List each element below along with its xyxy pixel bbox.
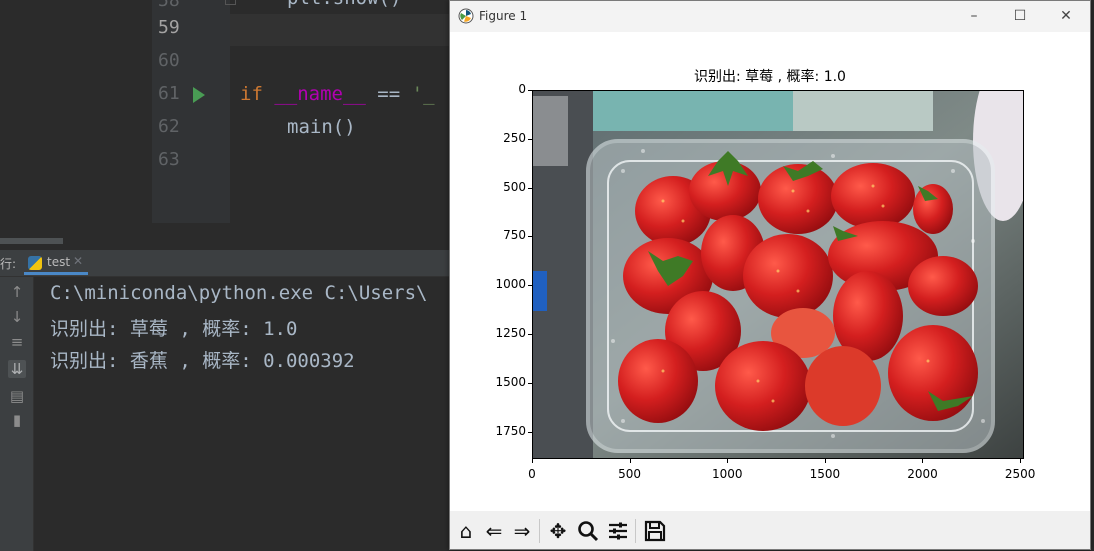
run-gutter-icon[interactable] [193,87,205,103]
editor-left-strip [0,0,152,238]
minimize-icon[interactable]: – [951,1,997,32]
y-tick-mark [528,138,532,140]
y-tick-label: 1250 [495,326,526,341]
x-tick-mark [532,459,533,463]
pan-icon[interactable]: ✥ [545,519,571,543]
dunder-name: __name__ [274,83,366,105]
console-output-line: 识别出: 香蕉 , 概率: 0.000392 [50,350,355,372]
back-icon[interactable]: ⇐ [481,519,507,543]
y-tick-mark [528,285,532,287]
line-number: 61 [158,83,180,104]
y-tick-mark [528,187,532,189]
x-tick-label: 500 [618,467,642,481]
line-number: 63 [158,149,180,170]
forward-icon[interactable]: ⇒ [509,519,535,543]
x-tick-mark [727,459,729,463]
figure-titlebar[interactable]: Figure 1 – ☐ ✕ [450,1,1090,32]
trash-icon[interactable]: ▮ [8,411,26,429]
figure-toolbar: ⌂ ⇐ ⇒ ✥ [450,511,1090,549]
x-tick-mark [922,459,924,463]
y-tick-mark [528,334,532,336]
close-icon[interactable]: ✕ [1043,1,1089,32]
save-icon[interactable] [642,519,668,543]
y-tick-mark [528,236,532,238]
y-tick-label: 1500 [495,374,526,389]
y-tick-label: 1000 [495,277,526,292]
soft-wrap-icon[interactable]: ≡ [8,333,26,351]
scroll-to-end-icon[interactable]: ⇊ [8,360,26,378]
python-icon [28,256,42,270]
line-number: 60 [158,50,180,71]
y-tick-label: 1750 [495,423,526,438]
fold-marker-icon[interactable] [225,0,236,5]
line-number: 62 [158,116,180,137]
figure-window[interactable]: Figure 1 – ☐ ✕ 识别出: 草莓 , 概率: 1.0 ⌂ ⇐ ⇒ ✥… [449,0,1091,550]
print-icon[interactable]: ▤ [8,387,26,405]
code-line-61[interactable]: if __name__ == '_ [240,83,435,105]
line-number: 59 [158,17,180,38]
active-tab-indicator [24,272,88,275]
code-line-58[interactable]: plt.show() [287,0,401,9]
x-tick-mark [824,459,826,463]
maximize-icon[interactable]: ☐ [997,1,1043,32]
console-output-line: 识别出: 草莓 , 概率: 1.0 [50,318,298,340]
configure-subplots-icon[interactable] [605,519,631,543]
string-literal: '_ [411,83,435,105]
arrow-up-icon[interactable]: ↑ [8,283,26,301]
x-tick-mark [1020,459,1022,463]
run-toolbar: ↑ ↓ ≡ ⇊ ▤ ▮ [0,277,34,551]
y-tick-mark [528,90,532,91]
x-tick-label: 1500 [809,467,841,481]
y-tick-mark [528,431,532,433]
current-line-highlight [230,14,450,46]
x-tick-mark [629,459,631,463]
y-tick-mark [528,382,532,384]
toolbar-separator [635,519,636,543]
x-tick-label: 2500 [1004,467,1036,481]
plot-title: 识别出: 草莓 , 概率: 1.0 [694,69,846,85]
keyword-if: if [240,83,263,105]
home-icon[interactable]: ⌂ [453,519,479,543]
close-icon[interactable]: ✕ [73,254,83,268]
console-output-line: C:\miniconda\python.exe C:\Users\ [50,282,428,304]
x-tick-label: 2000 [907,467,938,481]
code-line-62[interactable]: main() [287,116,356,138]
y-tick-label: 750 [503,228,526,243]
operator-eq: == [365,83,412,105]
y-tick-label: 250 [503,130,526,145]
matplotlib-logo-icon [458,8,474,24]
line-number: 58 [158,0,180,11]
run-label: 行: [0,257,17,271]
y-tick-label: 0 [518,82,526,96]
figure-window-title: Figure 1 [479,9,528,23]
toolbar-separator [539,519,540,543]
strawberry-photo [533,91,1023,458]
arrow-down-icon[interactable]: ↓ [8,308,26,326]
x-tick-label: 0 [528,467,536,481]
image-axes[interactable] [532,90,1024,459]
y-tick-label: 500 [503,179,526,194]
zoom-icon[interactable] [575,519,601,543]
x-tick-label: 1000 [711,467,743,481]
run-tab-test[interactable]: test [47,255,70,269]
